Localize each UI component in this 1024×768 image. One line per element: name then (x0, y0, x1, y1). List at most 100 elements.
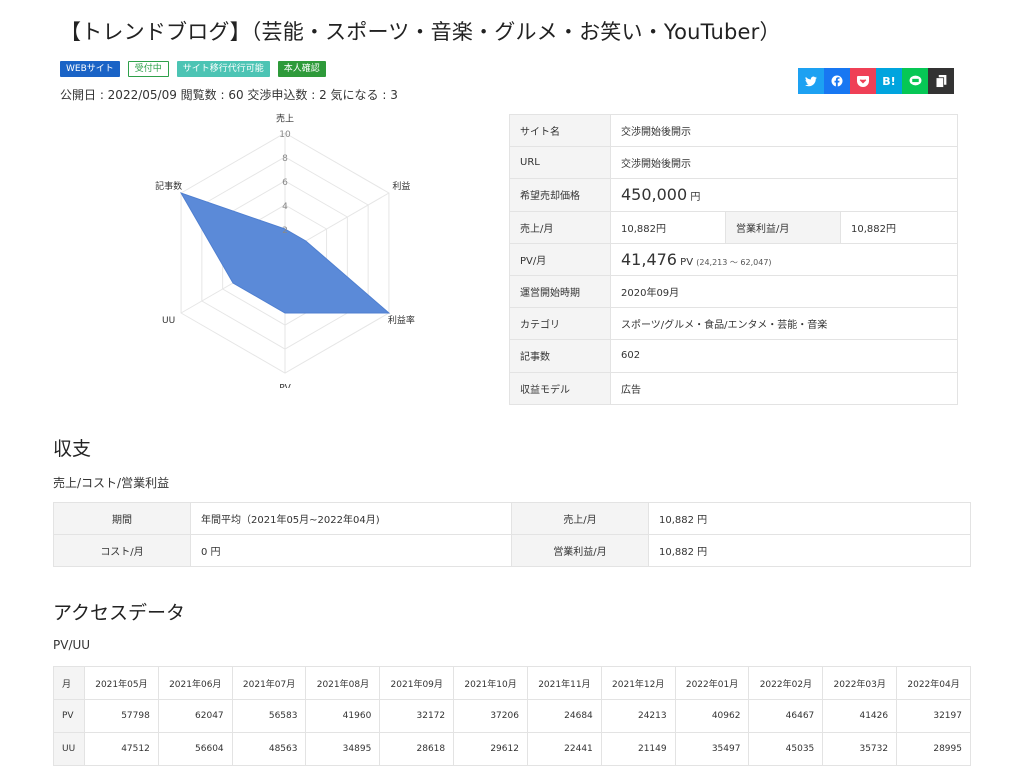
table-cell: 40962 (674, 699, 750, 733)
pv-label: PV/月 (509, 242, 611, 276)
table-cell: 32197 (896, 699, 971, 733)
table-cell: 28995 (896, 732, 971, 766)
page-title: 【トレンドブログ】（芸能・スポーツ・音楽・グルメ・お笑い・YouTuber） (60, 20, 781, 44)
table-cell: 46467 (748, 699, 824, 733)
table-row: 収益モデル 広告 (509, 371, 958, 405)
month-header-cell: 2022年02月 (748, 666, 824, 700)
table-cell: 35497 (674, 732, 750, 766)
access-table: 月 2021年05月 2021年06月 2021年07月 2021年08月 2021年0… (53, 666, 971, 766)
shushi-sales-label: 売上/月 (511, 502, 649, 535)
share-buttons: B! (798, 68, 954, 94)
table-row: 売上/月 10,882円 営業利益/月 10,882円 (509, 210, 958, 244)
radar-axis-label: 売上 (276, 113, 294, 125)
badge-list: WEBサイト 受付中 サイト移行代行可能 本人確認 (60, 61, 326, 77)
profit-label: 営業利益/月 (725, 210, 841, 244)
twitter-icon[interactable] (798, 68, 824, 94)
price-unit: 円 (690, 192, 701, 204)
table-row: サイト名 交渉開始後開示 (509, 113, 958, 148)
table-row: 希望売却価格 450,000 円 (509, 178, 958, 212)
shushi-sales-value: 10,882 円 (648, 502, 971, 535)
table-cell: 41960 (305, 699, 381, 733)
month-header: 月 (53, 666, 85, 700)
articles-value: 602 (610, 339, 958, 373)
pocket-icon[interactable] (850, 68, 876, 94)
start-label: 運営開始時期 (509, 274, 611, 309)
table-cell: 48563 (231, 732, 307, 766)
site-name-value: 交渉開始後開示 (610, 113, 958, 148)
facebook-icon[interactable] (824, 68, 850, 94)
radar-axis-label: 記事数 (155, 180, 182, 192)
table-cell: 47512 (84, 732, 159, 766)
hatena-icon[interactable]: B! (876, 68, 902, 94)
copy-icon[interactable] (928, 68, 954, 94)
table-row: カテゴリ スポーツ/グルメ・食品/エンタメ・芸能・音楽 (509, 307, 958, 341)
radar-axis-label: PV (279, 383, 291, 388)
shushi-profit-label: 営業利益/月 (511, 534, 649, 567)
site-name-label: サイト名 (509, 113, 611, 148)
start-value: 2020年09月 (610, 274, 958, 309)
cost-label: コスト/月 (53, 534, 191, 567)
table-cell: 21149 (600, 732, 676, 766)
radar-tick-label: 8 (282, 154, 288, 164)
shushi-table: 期間 年間平均（2021年05月~2022年04月) 売上/月 10,882 円… (53, 502, 971, 567)
cost-value: 0 円 (190, 534, 512, 567)
table-row: 期間 年間平均（2021年05月~2022年04月) 売上/月 10,882 円 (53, 502, 971, 535)
table-cell: 28618 (379, 732, 455, 766)
price-value: 450,000 (621, 185, 688, 205)
category-value: スポーツ/グルメ・食品/エンタメ・芸能・音楽 (610, 307, 958, 341)
radar-tick-label: 2 (282, 226, 288, 236)
url-value: 交渉開始後開示 (610, 146, 958, 180)
table-cell: 41426 (822, 699, 898, 733)
sales-value: 10,882円 (610, 210, 726, 244)
pv-value: 41,476 (621, 249, 677, 269)
table-header-row: 月 2021年05月 2021年06月 2021年07月 2021年08月 2021年0… (53, 666, 971, 700)
table-cell: 24684 (526, 699, 602, 733)
articles-label: 記事数 (509, 339, 611, 373)
month-header-cell: 2021年05月 (84, 666, 159, 700)
radar-tick-label: 4 (282, 202, 288, 212)
shushi-heading: 収支 (53, 438, 92, 460)
table-row: PV 57798 62047 56583 41960 32172 37206 24684 242… (53, 699, 971, 733)
table-cell: 37206 (453, 699, 528, 733)
table-cell: 32172 (379, 699, 455, 733)
table-cell: 57798 (84, 699, 159, 733)
table-cell: 34895 (305, 732, 381, 766)
month-header-cell: 2021年09月 (379, 666, 455, 700)
pv-cell: 41,476 PV (24,213 ～ 62,047) (610, 242, 958, 276)
category-label: カテゴリ (509, 307, 611, 341)
radar-chart: 2 4 6 8 10 売上利益利益率 PV UU 記事数 (155, 113, 415, 388)
radar-axis-label: UU (162, 316, 175, 326)
access-subheading: PV/UU (53, 638, 91, 652)
table-row: コスト/月 0 円 営業利益/月 10,882 円 (53, 534, 971, 567)
model-value: 広告 (610, 371, 958, 405)
month-header-cell: 2022年03月 (822, 666, 898, 700)
month-header-cell: 2021年07月 (231, 666, 307, 700)
month-header-cell: 2021年06月 (157, 666, 233, 700)
pv-unit: PV (680, 256, 694, 268)
table-row: 記事数 602 (509, 339, 958, 373)
month-header-cell: 2021年10月 (453, 666, 528, 700)
badge-migration: サイト移行代行可能 (176, 61, 270, 77)
table-cell: 35732 (822, 732, 898, 766)
badge-accepting: 受付中 (127, 61, 169, 77)
row-label: UU (53, 732, 85, 766)
month-header-cell: 2022年04月 (896, 666, 971, 700)
table-row: URL 交渉開始後開示 (509, 146, 958, 180)
period-label: 期間 (53, 502, 191, 535)
pv-range: (24,213 ～ 62,047) (696, 257, 772, 267)
listing-meta: 公開日 : 2022/05/09 閲覧数 : 60 交渉申込数 : 2 気になる… (60, 88, 398, 102)
line-icon[interactable] (902, 68, 928, 94)
table-row: UU 47512 56604 48563 34895 28618 29612 22441 211… (53, 732, 971, 766)
radar-tick-label: 10 (279, 130, 291, 140)
table-row: PV/月 41,476 PV (24,213 ～ 62,047) (509, 242, 958, 276)
sales-label: 売上/月 (509, 210, 611, 244)
table-cell: 45035 (748, 732, 824, 766)
table-cell: 62047 (157, 699, 233, 733)
period-value: 年間平均（2021年05月~2022年04月) (190, 502, 512, 535)
price-cell: 450,000 円 (610, 178, 958, 212)
shushi-profit-value: 10,882 円 (648, 534, 971, 567)
price-label: 希望売却価格 (509, 178, 611, 212)
url-label: URL (509, 146, 611, 180)
site-info-table: サイト名 交渉開始後開示 URL 交渉開始後開示 希望売却価格 450,000 … (509, 113, 958, 405)
table-cell: 22441 (526, 732, 602, 766)
